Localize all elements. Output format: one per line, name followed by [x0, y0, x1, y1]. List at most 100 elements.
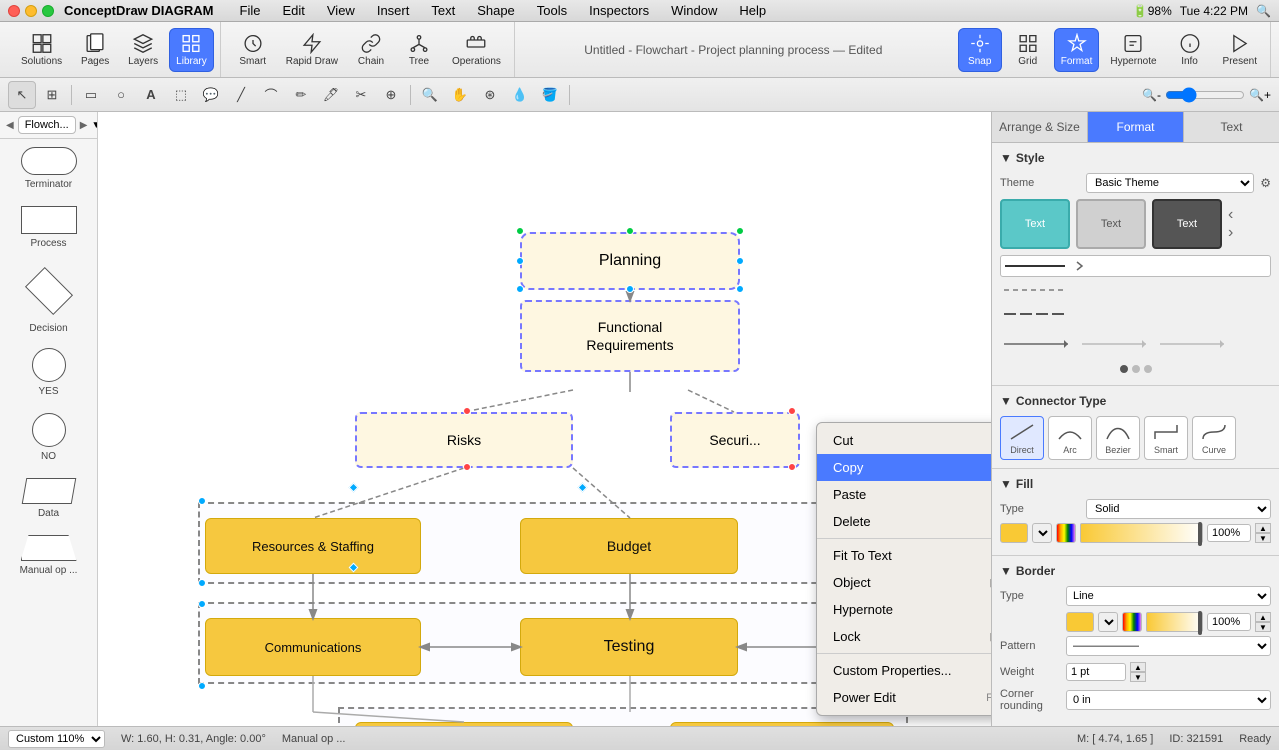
- shape-item-process[interactable]: Process: [0, 198, 97, 257]
- solutions-button[interactable]: Solutions: [14, 28, 69, 72]
- rp-fill-color-select[interactable]: ▼: [1032, 523, 1052, 543]
- pen-tool[interactable]: 🖊: [317, 81, 345, 109]
- menu-insert[interactable]: Insert: [373, 1, 414, 20]
- comms-node[interactable]: Communications: [205, 618, 421, 676]
- rp-border-step-down[interactable]: ▼: [1255, 622, 1271, 632]
- paint-bucket-tool[interactable]: 🪣: [536, 81, 564, 109]
- ctx-cut[interactable]: Cut: [817, 427, 991, 454]
- menu-inspectors[interactable]: Inspectors: [585, 1, 653, 20]
- rp-style-prev-arrow[interactable]: ‹: [1228, 206, 1233, 224]
- shape-item-no[interactable]: NO: [0, 405, 97, 470]
- snap-button[interactable]: Snap: [958, 28, 1002, 72]
- menu-shape[interactable]: Shape: [473, 1, 519, 20]
- menu-window[interactable]: Window: [667, 1, 721, 20]
- rp-line-style-3[interactable]: [1000, 303, 1271, 325]
- ctx-custom-props[interactable]: Custom Properties...: [817, 657, 991, 684]
- rp-border-step-up[interactable]: ▲: [1255, 612, 1271, 622]
- budget-node[interactable]: Budget: [520, 518, 738, 574]
- shape-item-data[interactable]: Data: [0, 470, 97, 527]
- smart-button[interactable]: Smart: [231, 28, 275, 72]
- rp-tab-format[interactable]: Format: [1088, 112, 1184, 142]
- rp-border-header[interactable]: ▼ Border: [1000, 564, 1271, 578]
- pages-button[interactable]: Pages: [73, 28, 117, 72]
- canvas[interactable]: Planning FunctionalRequirements Risks Se…: [98, 112, 991, 726]
- rp-fill-gradient-bar[interactable]: [1080, 523, 1203, 543]
- rp-border-opacity-input[interactable]: [1207, 613, 1251, 631]
- rp-fill-header[interactable]: ▼ Fill: [1000, 477, 1271, 491]
- close-button[interactable]: [8, 5, 20, 17]
- ctx-paste[interactable]: Paste: [817, 481, 991, 508]
- menu-view[interactable]: View: [323, 1, 359, 20]
- rp-border-weight-down[interactable]: ▼: [1130, 672, 1146, 682]
- func-req-node[interactable]: FunctionalRequirements: [520, 300, 740, 372]
- info-button[interactable]: Info: [1168, 28, 1212, 72]
- menu-text[interactable]: Text: [427, 1, 459, 20]
- shape-item-terminator[interactable]: Terminator: [0, 139, 97, 198]
- scorecard-node[interactable]: Project Scorecard: [670, 722, 894, 726]
- rp-border-color-select[interactable]: ▼: [1098, 612, 1118, 632]
- zoom-out-icon[interactable]: 🔍-: [1142, 88, 1161, 102]
- shape-item-yes[interactable]: YES: [0, 340, 97, 405]
- ctx-fit-to-text[interactable]: Fit To Text: [817, 542, 991, 569]
- pencil-tool[interactable]: ✏: [287, 81, 315, 109]
- resources-node[interactable]: Resources & Staffing: [205, 518, 421, 574]
- zoom-in-icon[interactable]: 🔍+: [1249, 88, 1271, 102]
- shape-item-decision[interactable]: Decision: [0, 257, 97, 340]
- resize-tool[interactable]: ⊞: [38, 81, 66, 109]
- pli-node[interactable]: Project LevelIndicators: [355, 722, 573, 726]
- rp-style-header[interactable]: ▼ Style: [1000, 151, 1271, 165]
- rp-border-weight-input[interactable]: [1066, 663, 1126, 681]
- nav-prev[interactable]: ◀: [4, 118, 16, 133]
- rp-border-type-select[interactable]: Line: [1066, 586, 1271, 606]
- format-button[interactable]: Format: [1054, 28, 1100, 72]
- ctx-lock[interactable]: Lock ▶: [817, 623, 991, 650]
- select-tool[interactable]: ↖: [8, 81, 36, 109]
- planning-node[interactable]: Planning: [520, 232, 740, 290]
- rp-style-next-arrow[interactable]: ›: [1228, 224, 1233, 242]
- conn-type-curve[interactable]: Curve: [1192, 416, 1236, 460]
- ctx-delete[interactable]: Delete: [817, 508, 991, 535]
- rp-line-style-1[interactable]: [1000, 255, 1271, 277]
- menu-tools[interactable]: Tools: [533, 1, 571, 20]
- grid-button[interactable]: Grid: [1006, 28, 1050, 72]
- rp-fill-rainbow[interactable]: [1056, 523, 1076, 543]
- nav-next[interactable]: ▶: [78, 118, 90, 133]
- oval-tool[interactable]: ○: [107, 81, 135, 109]
- connector-tool[interactable]: ⌒: [257, 81, 285, 109]
- rp-border-gradient-bar[interactable]: [1146, 612, 1203, 632]
- layers-button[interactable]: Layers: [121, 28, 165, 72]
- rp-style-prev-2[interactable]: Text: [1076, 199, 1146, 249]
- zoom-select[interactable]: Custom 110%: [8, 730, 105, 748]
- rp-theme-gear[interactable]: ⚙: [1260, 176, 1271, 190]
- rp-fill-color-swatch[interactable]: [1000, 523, 1028, 543]
- rp-line-style-2[interactable]: [1000, 279, 1271, 301]
- operations-button[interactable]: Operations: [445, 28, 508, 72]
- rect-tool[interactable]: ▭: [77, 81, 105, 109]
- rp-gradient-handle[interactable]: [1198, 522, 1202, 546]
- rp-connector-header[interactable]: ▼ Connector Type: [1000, 394, 1271, 408]
- flowchart-tab[interactable]: Flowch...: [18, 116, 76, 134]
- connect-tool[interactable]: ⊛: [476, 81, 504, 109]
- rp-fill-type-select[interactable]: Solid: [1086, 499, 1271, 519]
- ctx-power-edit[interactable]: Power Edit F6: [817, 684, 991, 711]
- rp-border-gradient-handle[interactable]: [1198, 611, 1202, 635]
- ctx-hypernote[interactable]: Hypernote: [817, 596, 991, 623]
- rp-tab-text[interactable]: Text: [1184, 112, 1279, 142]
- rp-theme-select[interactable]: Basic Theme: [1086, 173, 1254, 193]
- menu-help[interactable]: Help: [735, 1, 770, 20]
- ctx-object[interactable]: Object ▶: [817, 569, 991, 596]
- rp-border-color-swatch[interactable]: [1066, 612, 1094, 632]
- shape-item-manual-op[interactable]: Manual op ...: [0, 527, 97, 584]
- chain-button[interactable]: Chain: [349, 28, 393, 72]
- hypernote-button[interactable]: Hypernote: [1103, 28, 1163, 72]
- rp-border-pattern-select[interactable]: ——————: [1066, 636, 1271, 656]
- present-button[interactable]: Present: [1216, 28, 1264, 72]
- zoom-out-tool[interactable]: 🔍: [416, 81, 444, 109]
- conn-type-bezier[interactable]: Bezier: [1096, 416, 1140, 460]
- text-tool[interactable]: A: [137, 81, 165, 109]
- dropdown-arrow-icon[interactable]: ▼: [91, 120, 98, 131]
- rp-border-corner-select[interactable]: 0 in: [1066, 690, 1271, 710]
- callout-tool[interactable]: 💬: [197, 81, 225, 109]
- rp-tab-arrange[interactable]: Arrange & Size: [992, 112, 1088, 142]
- menu-file[interactable]: File: [236, 1, 265, 20]
